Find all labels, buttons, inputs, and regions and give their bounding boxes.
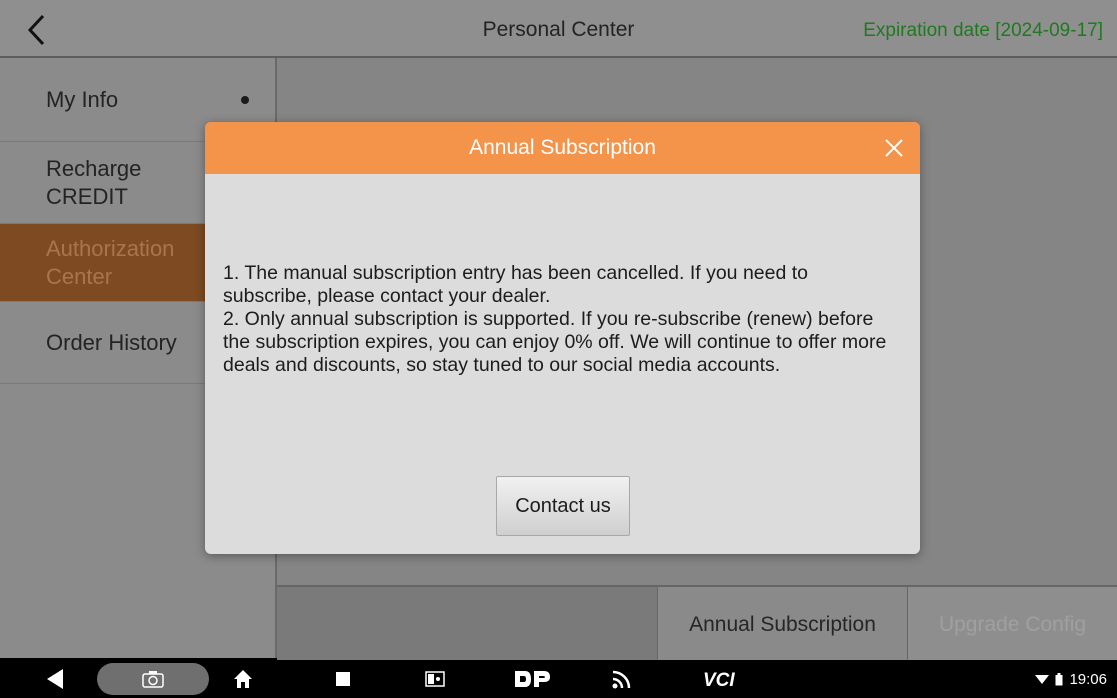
wifi-icon: [1035, 675, 1050, 684]
nav-home-button[interactable]: [230, 660, 256, 698]
cast-button[interactable]: [608, 660, 636, 698]
dialog-header: Annual Subscription: [205, 122, 920, 174]
vci-button[interactable]: VCI: [700, 660, 740, 698]
close-button[interactable]: [880, 134, 908, 162]
svg-text:VCI: VCI: [703, 670, 735, 690]
expiration-date: Expiration date [2024-09-17]: [863, 20, 1103, 41]
dialog-paragraph-1: 1. The manual subscription entry has bee…: [223, 262, 809, 307]
dp-app-button[interactable]: [510, 660, 554, 698]
back-triangle-icon: [47, 669, 63, 689]
nav-back-button[interactable]: [40, 660, 70, 698]
bottom-tab-bar: Annual Subscription Upgrade Config: [277, 585, 1117, 662]
recent-apps-icon: [336, 672, 350, 686]
sidebar-item-label: Recharge CREDIT: [46, 155, 142, 209]
cast-signal-icon: [612, 670, 631, 689]
sidebar-item-label: My Info: [46, 86, 119, 112]
clock: 19:06: [1069, 670, 1107, 688]
dp-logo-icon: [515, 671, 550, 687]
contact-us-button[interactable]: Contact us: [496, 476, 630, 536]
close-icon: [885, 139, 903, 157]
annual-subscription-dialog: Annual Subscription 1. The manual subscr…: [205, 122, 920, 554]
sidebar-item-label: Authorization Center: [46, 235, 175, 289]
system-nav-bar: VCI 19:06: [0, 660, 1117, 698]
selected-dot-icon: [241, 95, 249, 104]
screen-mirror-button[interactable]: [420, 660, 450, 698]
tab-upgrade-config[interactable]: Upgrade Config: [907, 587, 1117, 662]
battery-icon: [1055, 672, 1063, 685]
dialog-paragraph-2: 2. Only annual subscription is supported…: [223, 308, 887, 376]
dialog-title: Annual Subscription: [469, 136, 656, 159]
dialog-message: 1. The manual subscription entry has bee…: [223, 262, 902, 377]
nav-recent-apps-button[interactable]: [330, 660, 356, 698]
screenshot-button[interactable]: [97, 663, 209, 695]
top-bar: Personal Center Expiration date [2024-09…: [0, 0, 1117, 58]
camera-icon: [142, 671, 164, 688]
home-icon: [234, 670, 252, 688]
screen-mirror-icon: [425, 671, 445, 687]
sidebar-item-label: Order History: [46, 329, 177, 355]
status-area: 19:06: [1035, 660, 1107, 698]
vci-icon: VCI: [703, 670, 735, 690]
tab-annual-subscription[interactable]: Annual Subscription: [657, 587, 907, 662]
